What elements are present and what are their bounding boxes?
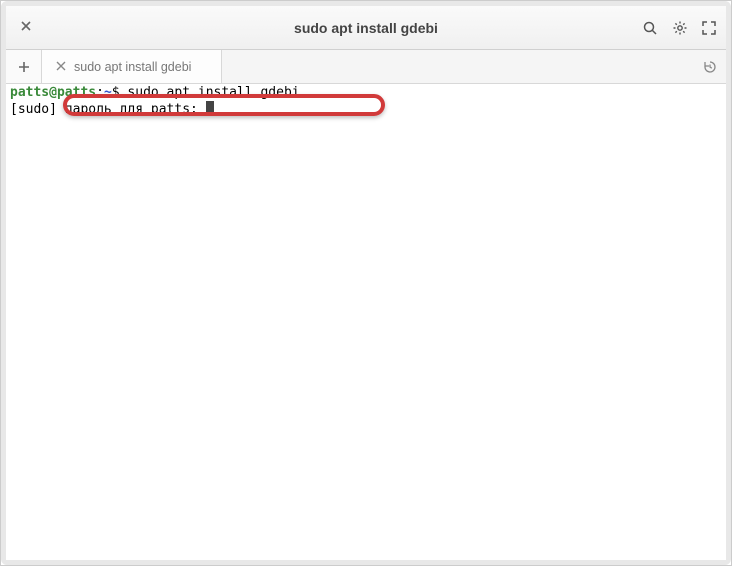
prompt-path: ~ bbox=[104, 85, 112, 100]
password-prompt-text: пароль для patts: bbox=[65, 102, 206, 117]
prompt-user: patts bbox=[10, 85, 49, 100]
terminal-window: sudo apt install gdebi sudo apt install … bbox=[1, 1, 731, 565]
terminal-cursor bbox=[206, 101, 214, 115]
titlebar-left bbox=[16, 19, 136, 37]
window-close-button[interactable] bbox=[16, 19, 36, 37]
prompt-at: @ bbox=[49, 85, 57, 100]
terminal-output[interactable]: patts@patts:~$ sudo apt install gdebi [s… bbox=[6, 84, 726, 560]
prompt-colon: : bbox=[96, 85, 104, 100]
tab-close-icon[interactable] bbox=[56, 59, 66, 74]
titlebar-right bbox=[596, 20, 716, 36]
window-titlebar: sudo apt install gdebi bbox=[6, 6, 726, 50]
settings-gear-icon[interactable] bbox=[672, 20, 688, 36]
search-icon[interactable] bbox=[642, 20, 658, 36]
tab-label: sudo apt install gdebi bbox=[74, 60, 191, 74]
tab-bar: sudo apt install gdebi bbox=[6, 50, 726, 84]
prompt-host: patts bbox=[57, 85, 96, 100]
window-title: sudo apt install gdebi bbox=[136, 20, 596, 36]
sudo-prefix: [sudo] bbox=[10, 102, 65, 117]
fullscreen-icon[interactable] bbox=[702, 21, 716, 35]
command-text: sudo apt install gdebi bbox=[127, 85, 299, 100]
prompt-sep: $ bbox=[112, 85, 128, 100]
history-icon[interactable] bbox=[702, 50, 718, 83]
terminal-tab[interactable]: sudo apt install gdebi bbox=[42, 50, 222, 83]
new-tab-button[interactable] bbox=[6, 50, 42, 83]
